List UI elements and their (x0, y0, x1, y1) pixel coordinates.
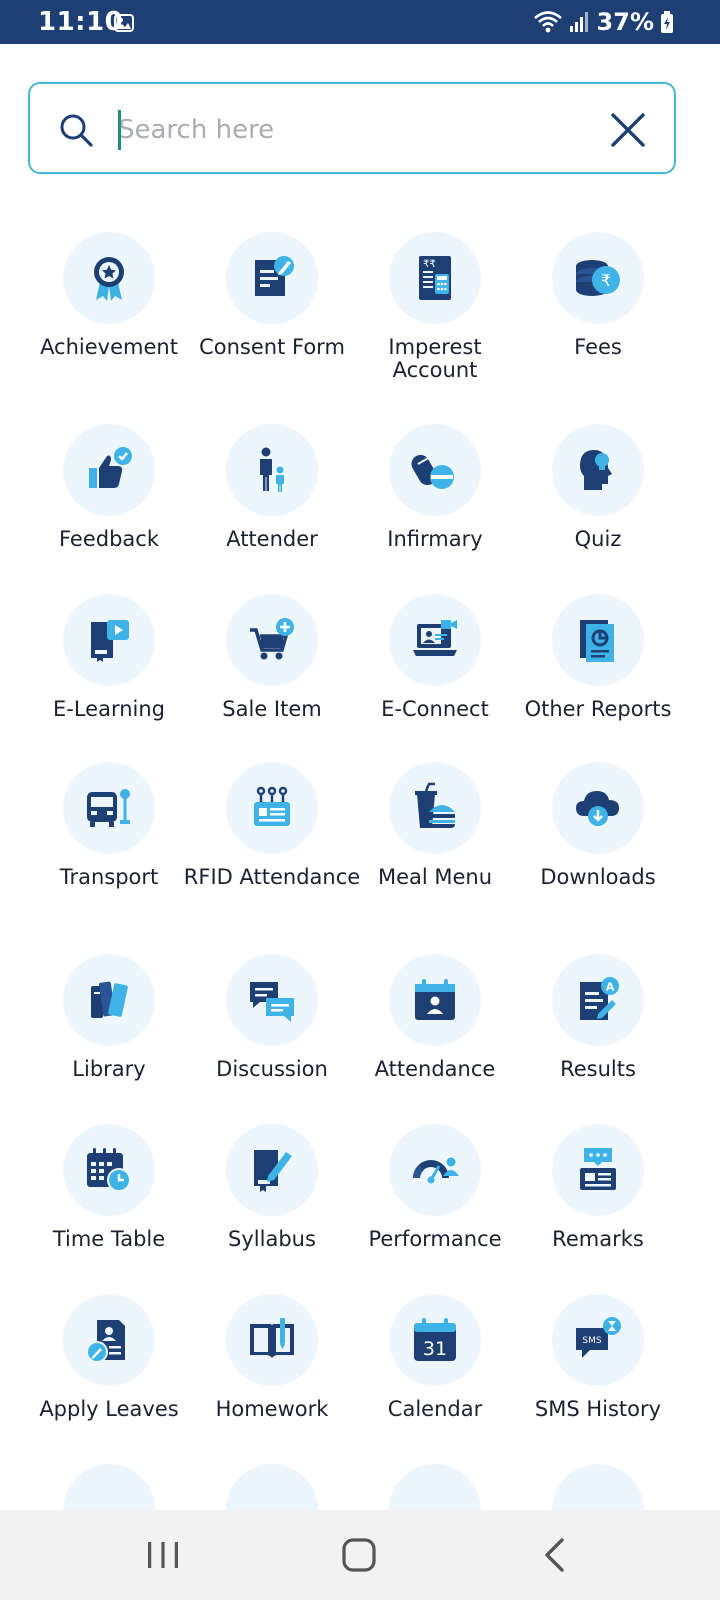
module-meal-menu[interactable]: Meal Menu (352, 762, 518, 932)
module-e-learning[interactable]: E-Learning (26, 594, 192, 764)
comment-board-icon (580, 1148, 616, 1190)
module-results[interactable]: A Results (515, 954, 681, 1124)
module-quiz[interactable]: Quiz (515, 424, 681, 594)
module-sms-history[interactable]: SMS SMS History (515, 1294, 681, 1464)
module-label: Calendar (387, 1397, 483, 1421)
module-label: Time Table (52, 1227, 166, 1251)
signed-document-icon (255, 256, 294, 296)
module-label: Fees (574, 335, 622, 359)
head-bulb-icon (580, 450, 612, 490)
open-book-pen-icon (250, 1318, 294, 1358)
module-label: Attender (226, 527, 318, 551)
back-icon[interactable] (530, 1532, 580, 1578)
module-discussion[interactable]: Discussion (189, 954, 355, 1124)
module-downloads[interactable]: Downloads (515, 762, 681, 932)
module-fees[interactable]: ₹ Fees (515, 232, 681, 402)
module-label: Remarks (552, 1227, 644, 1251)
module-label: Attendance (374, 1057, 496, 1081)
chat-bubbles-icon (250, 982, 294, 1022)
book-pencil-icon (254, 1150, 292, 1192)
grade-sheet-icon: A (580, 977, 619, 1020)
svg-text:₹: ₹ (601, 271, 611, 290)
calendar-day-text: 31 (423, 1338, 447, 1360)
recent-apps-icon[interactable] (138, 1532, 188, 1578)
module-library[interactable]: Library (26, 954, 192, 1124)
module-label: Transport (59, 865, 159, 889)
module-feedback[interactable]: Feedback (26, 424, 192, 594)
module-label: Achievement (40, 335, 178, 359)
calendar-31-icon: 31 (414, 1318, 456, 1361)
system-nav-bar (0, 1510, 720, 1600)
module-infirmary[interactable]: Infirmary (352, 424, 518, 594)
calendar-clock-icon (87, 1148, 131, 1192)
calendar-person-icon (415, 979, 455, 1020)
burger-drink-icon (415, 782, 455, 828)
module-label: RFID Attendance (183, 865, 361, 889)
cloud-download-icon (576, 791, 619, 826)
module-rfid-attendance[interactable]: RFID Attendance (184, 762, 360, 932)
module-label: Other Reports (524, 697, 672, 721)
module-label: Quiz (574, 527, 622, 551)
module-remarks[interactable]: Remarks (515, 1124, 681, 1294)
award-ribbon-icon (94, 257, 124, 301)
module-label: Infirmary (387, 527, 483, 551)
coins-rupee-icon: ₹ (576, 260, 620, 296)
module-grid: Achievement Consent Form ₹₹ Imperest Acc… (0, 0, 720, 1600)
books-icon (91, 981, 128, 1018)
module-label: Discussion (216, 1057, 328, 1081)
cart-plus-icon (250, 618, 294, 660)
module-label: Apply Leaves (39, 1397, 179, 1421)
module-label: Homework (215, 1397, 329, 1421)
module-label: Library (72, 1057, 146, 1081)
leave-form-icon (86, 1320, 125, 1363)
module-label: Meal Menu (377, 865, 493, 889)
module-attendance[interactable]: Attendance (352, 954, 518, 1124)
home-icon[interactable] (334, 1532, 384, 1578)
module-label: Imperest Account (388, 335, 482, 382)
module-calendar[interactable]: 31 Calendar (352, 1294, 518, 1464)
thumbs-up-check-icon (89, 447, 132, 488)
module-homework[interactable]: Homework (189, 1294, 355, 1464)
module-other-reports[interactable]: Other Reports (515, 594, 681, 764)
parent-child-icon (260, 447, 284, 492)
rupee-calculator-icon: ₹₹ (419, 256, 451, 300)
rfid-card-icon (254, 786, 290, 826)
module-label: E-Learning (52, 697, 165, 721)
module-attender[interactable]: Attender (189, 424, 355, 594)
module-label: Syllabus (228, 1227, 316, 1251)
module-label: Downloads (540, 865, 656, 889)
svg-text:A: A (606, 981, 615, 994)
module-label: Results (560, 1057, 636, 1081)
module-apply-leaves[interactable]: Apply Leaves (26, 1294, 192, 1464)
sms-badge-text: SMS (582, 1336, 601, 1346)
module-achievement[interactable]: Achievement (26, 232, 192, 402)
module-time-table[interactable]: Time Table (26, 1124, 192, 1294)
module-performance[interactable]: Performance (352, 1124, 518, 1294)
module-label: Consent Form (199, 335, 345, 359)
module-imperest-account[interactable]: ₹₹ Imperest Account (352, 232, 518, 402)
module-consent-form[interactable]: Consent Form (189, 232, 355, 402)
module-label: E-Connect (381, 697, 489, 721)
module-syllabus[interactable]: Syllabus (189, 1124, 355, 1294)
module-label: SMS History (534, 1397, 662, 1421)
book-video-icon (91, 620, 129, 662)
bus-stop-icon (87, 789, 130, 827)
module-sale-item[interactable]: Sale Item (189, 594, 355, 764)
module-label: Performance (368, 1227, 502, 1251)
module-label: Sale Item (222, 697, 322, 721)
report-chart-icon (580, 620, 614, 662)
sms-history-icon: SMS (576, 1317, 621, 1358)
gauge-person-icon (413, 1157, 459, 1184)
module-e-connect[interactable]: E-Connect (352, 594, 518, 764)
svg-text:₹₹: ₹₹ (423, 259, 436, 270)
laptop-video-call-icon (413, 620, 457, 656)
module-transport[interactable]: Transport (26, 762, 192, 932)
pills-icon (411, 454, 454, 489)
module-label: Feedback (58, 527, 159, 551)
